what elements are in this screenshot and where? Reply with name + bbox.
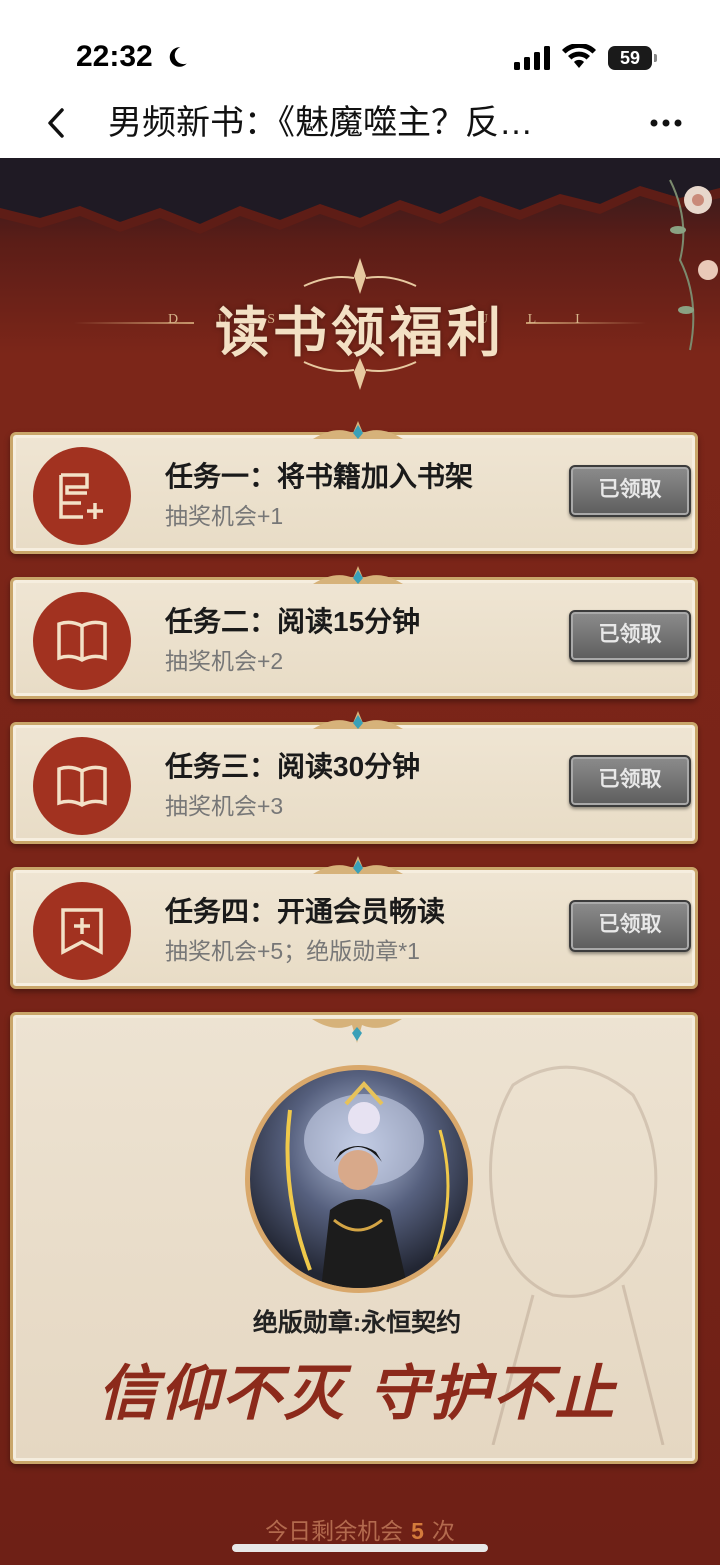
moon-icon [169, 47, 187, 67]
claimed-button[interactable]: 已领取 [569, 465, 691, 517]
wifi-icon [562, 44, 596, 68]
bookmark-plus-icon [33, 882, 131, 980]
task-title: 任务二：阅读15分钟 [165, 606, 421, 637]
task-title: 任务四：开通会员畅读 [165, 896, 446, 927]
task-card-4: 任务四：开通会员畅读 抽奖机会+5；绝版勋章*1 已领取 [10, 856, 698, 989]
page-title: 男频新书：《魅魔噬主？反… [108, 104, 533, 142]
back-chevron-icon[interactable] [36, 98, 76, 148]
more-options-icon[interactable] [646, 100, 686, 146]
task-reward: 抽奖机会+1 [165, 503, 284, 529]
card-crown-ornament-icon [313, 711, 403, 729]
remaining-prefix: 今日剩余机会 [265, 1518, 404, 1544]
task-card-1: 任务一：将书籍加入书架 抽奖机会+1 已领取 [10, 421, 698, 554]
remaining-chances: 今日剩余机会 5 次 [0, 1512, 720, 1546]
battery-indicator: 59 [608, 46, 657, 70]
header-bottom-ornament-icon [303, 358, 417, 390]
claimed-button[interactable]: 已领取 [569, 900, 691, 952]
claimed-button[interactable]: 已领取 [569, 610, 691, 662]
remaining-suffix: 次 [431, 1518, 455, 1544]
task-reward: 抽奖机会+5；绝版勋章*1 [165, 938, 420, 964]
task-title: 任务一：将书籍加入书架 [165, 461, 474, 492]
task-reward: 抽奖机会+3 [165, 793, 284, 819]
nav-bar: 男频新书：《魅魔噬主？反… [0, 88, 720, 160]
home-indicator[interactable] [232, 1544, 488, 1552]
cellular-signal-icon [514, 46, 550, 70]
bookshelf-add-icon [33, 447, 131, 545]
open-book-icon [33, 592, 131, 690]
remaining-count: 5 [411, 1518, 424, 1544]
claimed-button[interactable]: 已领取 [569, 755, 691, 807]
card-crown-ornament-icon [313, 856, 403, 874]
medal-name: 绝版勋章:永恒契约 [252, 1309, 462, 1337]
torn-paper-edge [0, 158, 720, 234]
status-time: 22:32 [76, 40, 153, 73]
task-title: 任务三：阅读30分钟 [165, 751, 421, 782]
status-bar: 22:32 59 [0, 0, 720, 88]
medal-slogan: 信仰不灭 守护不止 [97, 1359, 617, 1429]
decorative-flower-icon [669, 179, 718, 351]
medal-artwork [245, 1065, 473, 1293]
card-crown-ornament-icon [313, 421, 403, 439]
task-card-2: 任务二：阅读15分钟 抽奖机会+2 已领取 [10, 566, 698, 699]
medal-card: 绝版勋章:永恒契约 信仰不灭 守护不止 [10, 1012, 698, 1464]
open-book-icon [33, 737, 131, 835]
task-reward: 抽奖机会+2 [165, 648, 284, 674]
task-card-3: 任务三：阅读30分钟 抽奖机会+3 已领取 [10, 711, 698, 844]
card-crown-ornament-icon [312, 1019, 402, 1043]
card-crown-ornament-icon [313, 566, 403, 584]
